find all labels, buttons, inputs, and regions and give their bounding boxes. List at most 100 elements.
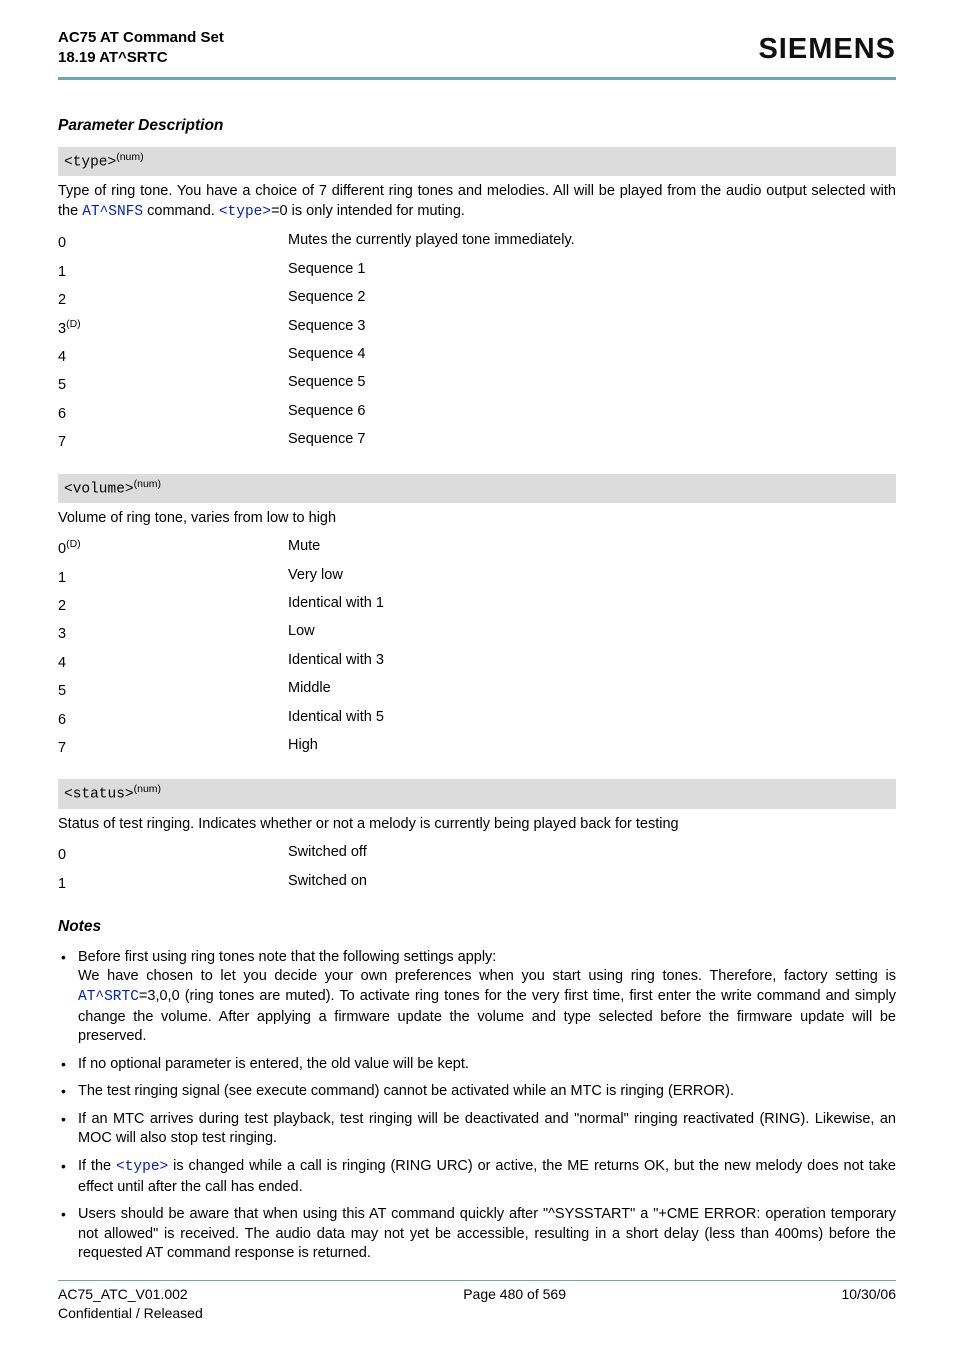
val: Identical with 5 xyxy=(288,705,896,733)
key: 1 xyxy=(58,264,66,280)
sup: (D) xyxy=(66,318,81,330)
table-row: 0 Mutes the currently played tone immedia… xyxy=(58,228,896,256)
table-row: 1 Switched on xyxy=(58,869,896,897)
param-sup-status: (num) xyxy=(134,783,161,795)
key: 6 xyxy=(58,406,66,422)
param-name-type: <type> xyxy=(64,155,116,171)
key: 1 xyxy=(58,875,66,891)
val: Mute xyxy=(288,534,896,562)
table-row: 7 High xyxy=(58,733,896,761)
text: If the xyxy=(78,1158,116,1174)
table-row: 0(D) Mute xyxy=(58,534,896,562)
key: 7 xyxy=(58,434,66,450)
list-item: If no optional parameter is entered, the… xyxy=(58,1055,896,1075)
key: 7 xyxy=(58,740,66,756)
doc-title: AC75 AT Command Set xyxy=(58,28,224,48)
key: 3 xyxy=(58,320,66,336)
param-sup-volume: (num) xyxy=(134,478,161,490)
val: Switched on xyxy=(288,869,896,897)
brand-logo: SIEMENS xyxy=(758,28,896,69)
table-row: 7 Sequence 7 xyxy=(58,427,896,455)
table-row: 6 Identical with 5 xyxy=(58,705,896,733)
key: 5 xyxy=(58,683,66,699)
table-row: 1 Very low xyxy=(58,563,896,591)
val: Very low xyxy=(288,563,896,591)
table-row: 4 Identical with 3 xyxy=(58,648,896,676)
param-bar-type: <type>(num) xyxy=(58,147,896,176)
key: 0 xyxy=(58,235,66,251)
text: is changed while a call is ringing (RING… xyxy=(78,1158,896,1195)
footer-page-number: Page 480 of 569 xyxy=(463,1285,566,1304)
param-status-desc: Status of test ringing. Indicates whethe… xyxy=(58,815,896,835)
table-row: 5 Middle xyxy=(58,676,896,704)
param-bar-volume: <volume>(num) xyxy=(58,474,896,503)
key: 4 xyxy=(58,655,66,671)
val: Sequence 2 xyxy=(288,285,896,313)
table-type: 0 Mutes the currently played tone immedia… xyxy=(58,228,896,455)
table-row: 5 Sequence 5 xyxy=(58,370,896,398)
table-row: 2 Sequence 2 xyxy=(58,285,896,313)
list-item: If an MTC arrives during test playback, … xyxy=(58,1110,896,1149)
param-bar-status: <status>(num) xyxy=(58,779,896,808)
val: Middle xyxy=(288,676,896,704)
val: Mutes the currently played tone immediat… xyxy=(288,228,896,256)
val: High xyxy=(288,733,896,761)
table-row: 2 Identical with 1 xyxy=(58,591,896,619)
page-footer: AC75_ATC_V01.002 Page 480 of 569 10/30/0… xyxy=(58,1280,896,1323)
table-status: 0 Switched off 1 Switched on xyxy=(58,840,896,897)
footer-date: 10/30/06 xyxy=(841,1285,896,1304)
section-heading-notes: Notes xyxy=(58,917,896,938)
key: 1 xyxy=(58,570,66,586)
table-row: 3 Low xyxy=(58,619,896,647)
param-name-status: <status> xyxy=(64,787,134,803)
val: Sequence 1 xyxy=(288,257,896,285)
list-item: Users should be aware that when using th… xyxy=(58,1205,896,1264)
header-title-block: AC75 AT Command Set 18.19 AT^SRTC xyxy=(58,28,224,69)
footer-divider xyxy=(58,1280,896,1281)
val: Low xyxy=(288,619,896,647)
val: Sequence 7 xyxy=(288,427,896,455)
table-row: 6Sequence 6 xyxy=(58,399,896,427)
key: 2 xyxy=(58,598,66,614)
list-item: The test ringing signal (see execute com… xyxy=(58,1082,896,1102)
table-volume: 0(D) Mute 1 Very low 2 Identical with 1 3 Lo… xyxy=(58,534,896,761)
header-divider xyxy=(58,77,896,80)
val: Switched off xyxy=(288,840,896,868)
link-type-ref[interactable]: <type> xyxy=(219,204,271,220)
footer-doc-id: AC75_ATC_V01.002 xyxy=(58,1285,188,1304)
link-at-srtc[interactable]: AT^SRTC xyxy=(78,989,139,1005)
val: Sequence 5 xyxy=(288,370,896,398)
text: =0 is only intended for muting. xyxy=(271,203,465,219)
sup: (D) xyxy=(66,538,81,550)
key: 6 xyxy=(58,711,66,727)
key: 0 xyxy=(58,847,66,863)
table-row: 0 Switched off xyxy=(58,840,896,868)
param-volume-desc: Volume of ring tone, varies from low to … xyxy=(58,509,896,529)
list-item: If the <type> is changed while a call is… xyxy=(58,1157,896,1197)
val: Identical with 1 xyxy=(288,591,896,619)
param-sup-type: (num) xyxy=(116,151,143,163)
val: Identical with 3 xyxy=(288,648,896,676)
key: 4 xyxy=(58,349,66,365)
val: Sequence 3 xyxy=(288,314,896,342)
key: 3 xyxy=(58,626,66,642)
notes-list: Before first using ring tones note that … xyxy=(58,948,896,1264)
key: 2 xyxy=(58,292,66,308)
link-at-snfs[interactable]: AT^SNFS xyxy=(82,204,143,220)
table-row: 3(D) Sequence 3 xyxy=(58,314,896,342)
text: =3,0,0 (ring tones are muted). To activa… xyxy=(78,988,896,1044)
list-item: Before first using ring tones note that … xyxy=(58,948,896,1047)
page-header: AC75 AT Command Set 18.19 AT^SRTC SIEMEN… xyxy=(58,28,896,69)
key: 0 xyxy=(58,541,66,557)
param-name-volume: <volume> xyxy=(64,481,134,497)
table-row: 1 Sequence 1 xyxy=(58,257,896,285)
footer-confidentiality: Confidential / Released xyxy=(58,1304,896,1323)
key: 5 xyxy=(58,377,66,393)
text: We have chosen to let you decide your ow… xyxy=(78,968,896,984)
text: Before first using ring tones note that … xyxy=(78,949,496,965)
link-type-ref-2[interactable]: <type> xyxy=(116,1159,168,1175)
table-row: 4 Sequence 4 xyxy=(58,342,896,370)
param-type-desc: Type of ring tone. You have a choice of … xyxy=(58,182,896,222)
text: command. xyxy=(143,203,219,219)
val: Sequence 4 xyxy=(288,342,896,370)
